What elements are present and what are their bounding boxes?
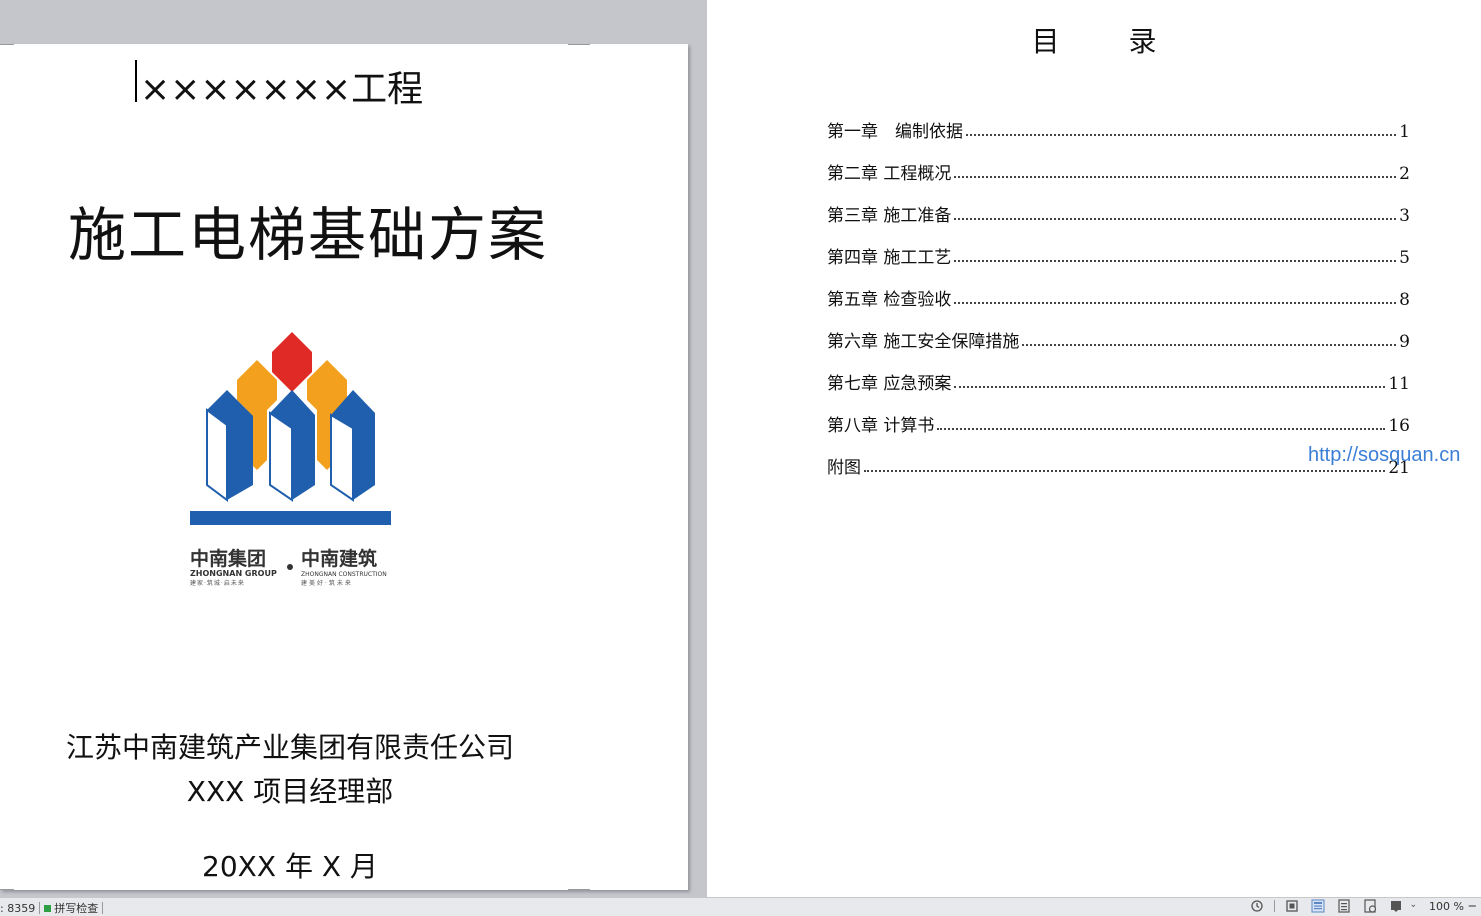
logo-red-shape	[272, 332, 312, 392]
toc-item-label: 第五章 检查验收	[827, 290, 952, 310]
toc-item[interactable]: 第三章 施工准备 3	[827, 184, 1410, 226]
logo-base-bar	[190, 511, 391, 525]
word-count[interactable]: : 8359	[0, 902, 35, 915]
toc-item[interactable]: 第七章 应急预案 11	[827, 352, 1410, 394]
history-icon[interactable]	[1250, 899, 1264, 913]
text-cursor	[135, 60, 137, 102]
toc-item[interactable]: 第一章 编制依据 1	[827, 100, 1410, 142]
logo-dot	[287, 564, 293, 570]
zoom-level[interactable]: 100 %	[1429, 900, 1464, 913]
status-separator	[1274, 900, 1276, 912]
logo-construction-cn: 中南建筑	[301, 547, 377, 570]
toc-item-page: 5	[1399, 248, 1410, 268]
toc-leader-dots	[937, 427, 1386, 430]
fullscreen-icon[interactable]	[1285, 899, 1299, 913]
logo-construction-slogan: 建美好·筑未来	[301, 579, 353, 587]
crop-mark	[0, 44, 14, 45]
toc-item[interactable]: 第五章 检查验收 8	[827, 268, 1410, 310]
zhongnan-logo: 中南集团 中南建筑 ZHONGNAN GROUP ZHONGNAN CONSTR…	[190, 332, 391, 587]
status-bar: : 8359 拼写检查 100 %	[0, 897, 1481, 916]
toc-item-label: 第四章 施工工艺	[827, 248, 952, 268]
toc-item-page: 8	[1399, 290, 1410, 310]
toc-leader-dots	[864, 469, 1386, 472]
project-name[interactable]: ×××××××工程	[140, 60, 423, 112]
spell-check-button[interactable]: 拼写检查	[54, 900, 98, 916]
logo-blue-right-face	[330, 413, 354, 502]
toc-leader-dots	[1022, 343, 1397, 346]
toc-item[interactable]: 第六章 施工安全保障措施 9	[827, 310, 1410, 352]
page-view-icon[interactable]	[1311, 899, 1325, 913]
toc-leader-dots	[954, 175, 1397, 178]
toc-list: 第一章 编制依据 1 第二章 工程概况 2 第三章 施工准备 3 第四章 施工工…	[827, 100, 1410, 478]
document-title[interactable]: 施工电梯基础方案	[68, 188, 548, 272]
logo-construction-en: ZHONGNAN CONSTRUCTION	[301, 571, 387, 578]
logo-blue-left-face	[206, 408, 228, 502]
status-separator	[102, 902, 104, 914]
toc-leader-dots	[954, 301, 1397, 304]
toc-item-page: 2	[1399, 164, 1410, 184]
logo-group-en: ZHONGNAN GROUP	[190, 569, 277, 578]
logo-blue-middle-face	[269, 411, 293, 502]
zoom-out-icon[interactable]	[1468, 899, 1478, 913]
toc-item-label: 第八章 计算书	[827, 416, 935, 436]
chevron-down-icon[interactable]	[1411, 899, 1419, 913]
crop-mark	[0, 889, 14, 890]
toc-item-label: 第二章 工程概况	[827, 164, 952, 184]
toc-item-page: 11	[1388, 374, 1410, 394]
web-view-icon[interactable]	[1363, 899, 1377, 913]
outline-view-icon[interactable]	[1337, 899, 1351, 913]
status-left: : 8359 拼写检查	[0, 900, 107, 916]
toc-item-label: 第一章 编制依据	[827, 122, 963, 142]
toc-item-label: 附图	[827, 458, 861, 478]
logo-group-cn: 中南集团	[190, 547, 266, 570]
toc-leader-dots	[954, 217, 1397, 220]
status-separator	[39, 902, 41, 914]
toc-item-label: 第六章 施工安全保障措施	[827, 332, 1020, 352]
department-name[interactable]: XXX 项目经理部	[0, 770, 580, 810]
status-right: 100 %	[1244, 899, 1481, 913]
logo-group-slogan: 建家·筑城·启未来	[190, 579, 245, 587]
toc-item[interactable]: 第二章 工程概况 2	[827, 142, 1410, 184]
toc-leader-dots	[954, 259, 1397, 262]
toc-leader-dots	[966, 133, 1397, 136]
toc-item-label: 第三章 施工准备	[827, 206, 952, 226]
toc-item[interactable]: 第八章 计算书 16	[827, 394, 1410, 436]
watermark-link[interactable]: http://sosquan.cn	[1308, 444, 1460, 467]
spell-check-icon	[44, 904, 52, 912]
toc-item-page: 1	[1399, 122, 1410, 142]
toc-item[interactable]: 第四章 施工工艺 5	[827, 226, 1410, 268]
crop-mark	[568, 889, 590, 890]
company-name[interactable]: 江苏中南建筑产业集团有限责任公司	[0, 726, 580, 766]
crop-mark	[568, 44, 590, 45]
toc-item-page: 16	[1388, 416, 1410, 436]
toc-item-page: 9	[1399, 332, 1410, 352]
toc-title: 目 录	[1031, 25, 1187, 58]
toc-item-page: 3	[1399, 206, 1410, 226]
toc-leader-dots	[954, 385, 1386, 388]
reading-mode-icon[interactable]	[1389, 899, 1403, 913]
toc-item-label: 第七章 应急预案	[827, 374, 952, 394]
document-date[interactable]: 20XX 年 X 月	[0, 845, 580, 885]
